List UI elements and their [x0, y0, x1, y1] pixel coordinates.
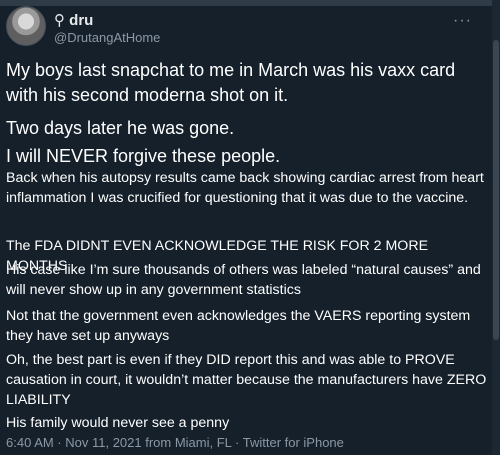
more-options-icon[interactable]: ··· [453, 12, 472, 30]
avatar[interactable] [6, 6, 46, 46]
tweet-paragraph: His case like I’m sure thousands of othe… [6, 262, 481, 298]
tweet-paragraph: Back when his autopsy results came back … [6, 170, 484, 206]
tweet-paragraph: I will NEVER forgive these people. [6, 146, 281, 166]
tweet-paragraph: My boys last snapchat to me in March was… [6, 60, 456, 105]
tweet-paragraph: Two days later he was gone. [6, 118, 235, 138]
tweet-timestamp-source[interactable]: 6:40 AM · Nov 11, 2021 from Miami, FL · … [6, 435, 344, 450]
scrollbar[interactable] [492, 0, 500, 455]
tweet-paragraph: Not that the government even acknowledge… [6, 308, 471, 344]
tweet-paragraph: His family would never see a penny [6, 415, 230, 431]
tweet-paragraph: Oh, the best part is even if they DID re… [6, 352, 487, 408]
top-strip [0, 0, 500, 6]
display-name[interactable]: ⚲ dru [54, 11, 93, 29]
scrollbar-thumb[interactable] [493, 40, 499, 340]
user-handle[interactable]: @DrutangAtHome [54, 30, 160, 45]
